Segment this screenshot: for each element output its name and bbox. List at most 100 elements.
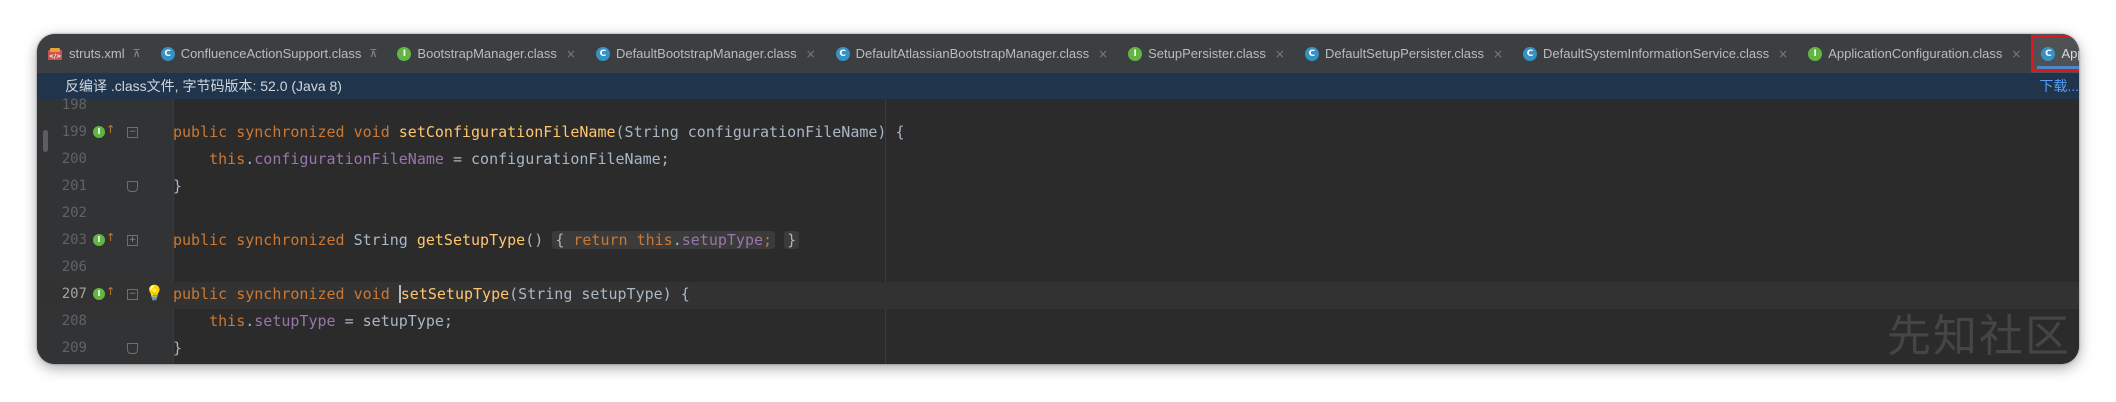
close-icon[interactable]: × [806, 47, 816, 61]
code-token: = configurationFileName; [443, 150, 670, 168]
code-line: 198 [37, 93, 2079, 120]
tab-label: struts.xml [69, 46, 125, 61]
arrow-up-icon: ↑ [106, 285, 116, 298]
interface-icon: I [1128, 46, 1143, 61]
tab-label: DefaultSystemInformationService.class [1543, 46, 1770, 61]
close-icon[interactable]: × [1778, 47, 1788, 61]
fold-icon[interactable]: − [127, 289, 138, 300]
fold-icon[interactable]: + [127, 235, 138, 246]
pin-icon[interactable]: ⊼ [369, 47, 377, 60]
code-line: 206 [37, 255, 2079, 282]
code-line: 202 [37, 201, 2079, 228]
code-text: this.setupType = setupType; [173, 312, 453, 330]
code-token: . [245, 150, 255, 168]
implements-method-icon[interactable]: I [93, 288, 105, 300]
class-icon: C [2041, 46, 2056, 61]
implements-method-icon[interactable]: I [93, 126, 105, 138]
code-line: 208 this.setupType = setupType; [37, 309, 2079, 336]
tab-label: ApplicationConfiguration.class [1828, 46, 2003, 61]
close-icon[interactable]: × [2011, 47, 2021, 61]
tab-struts-xml[interactable]: </> struts.xml ⊼ [37, 34, 151, 73]
field-name: configurationFileName [254, 150, 444, 168]
line-number: 199 [61, 124, 87, 140]
method-name: setConfigurationFileName [398, 123, 616, 141]
close-icon[interactable]: × [1493, 47, 1503, 61]
code-text: } [173, 177, 183, 195]
keyword: this [636, 231, 673, 249]
line-number: 201 [61, 178, 87, 194]
line-number: 202 [61, 205, 87, 221]
line-number: 200 [61, 151, 87, 167]
keyword: synchronized [236, 123, 345, 141]
fold-end-icon[interactable] [127, 343, 138, 354]
interface-icon: I [1808, 46, 1823, 61]
tab-bootstrap-manager[interactable]: I BootstrapManager.class × [387, 34, 586, 73]
class-icon: C [835, 46, 850, 61]
tab-default-setup-persister[interactable]: C DefaultSetupPersister.class × [1295, 34, 1513, 73]
tab-label: ApplicationConfig.class [2061, 46, 2079, 61]
code-text: public synchronized void setSetupType(St… [173, 285, 690, 303]
class-icon: C [595, 46, 610, 61]
tab-default-system-information-service[interactable]: C DefaultSystemInformationService.class … [1513, 34, 1798, 73]
code-line: 209 } [37, 336, 2079, 363]
editor-tab-bar: </> struts.xml ⊼ C ConfluenceActionSuppo… [37, 34, 2079, 74]
method-name: getSetupType [416, 231, 526, 249]
code-token: { [555, 231, 565, 249]
code-line: 200 this.configurationFileName = configu… [37, 147, 2079, 174]
close-icon[interactable]: × [1275, 47, 1285, 61]
close-icon[interactable]: × [1098, 47, 1108, 61]
line-number: 207 [61, 286, 87, 302]
method-name: setSetupType [398, 285, 510, 303]
tab-label: SetupPersister.class [1148, 46, 1266, 61]
tab-default-atlassian-bootstrap-manager[interactable]: C DefaultAtlassianBootstrapManager.class… [826, 34, 1118, 73]
field-name: setupType [681, 231, 764, 249]
lightbulb-icon[interactable]: 💡 [145, 284, 164, 302]
code-token: ; [763, 231, 773, 249]
tab-default-bootstrap-manager[interactable]: C DefaultBootstrapManager.class × [586, 34, 826, 73]
code-token: . [672, 231, 682, 249]
tab-confluence-action-support[interactable]: C ConfluenceActionSupport.class ⊼ [151, 34, 388, 73]
fold-end-icon[interactable] [127, 181, 138, 192]
code-editor[interactable]: 198 199 I ↑ − public synchronized void s… [37, 97, 2079, 364]
keyword: this [209, 312, 246, 330]
svg-text:</>: </> [49, 53, 61, 60]
close-icon[interactable]: × [566, 47, 576, 61]
implements-method-icon[interactable]: I [93, 234, 105, 246]
tab-application-configuration[interactable]: I ApplicationConfiguration.class × [1798, 34, 2031, 73]
folded-body[interactable]: { return this.setupType; [552, 231, 776, 249]
watermark: 先知社区 [1887, 311, 2071, 362]
arrow-up-icon: ↑ [106, 231, 116, 244]
code-token: = setupType; [335, 312, 453, 330]
line-number: 209 [61, 340, 87, 356]
code-line-current: 207 I ↑ − 💡 public synchronized void set… [37, 282, 2079, 309]
code-text: public synchronized String getSetupType(… [173, 231, 800, 249]
keyword: this [209, 150, 246, 168]
keyword: void [353, 285, 390, 303]
keyword: public [173, 285, 228, 303]
code-text: } [173, 339, 183, 357]
keyword: synchronized [236, 231, 345, 249]
tab-label: DefaultAtlassianBootstrapManager.class [855, 46, 1090, 61]
line-number: 203 [61, 232, 87, 248]
folded-body-end[interactable]: } [784, 231, 800, 249]
xml-file-icon: </> [47, 47, 63, 61]
tab-label: DefaultBootstrapManager.class [615, 46, 797, 61]
keyword: public [173, 231, 228, 249]
tab-application-config-active[interactable]: C ApplicationConfig.class × [2031, 34, 2079, 73]
code-text: this.configurationFileName = configurati… [173, 150, 670, 168]
keyword: void [353, 123, 390, 141]
code-token: (String configurationFileName) { [615, 123, 905, 141]
line-number: 198 [61, 97, 87, 113]
fold-icon[interactable]: − [127, 127, 138, 138]
tab-setup-persister[interactable]: I SetupPersister.class × [1118, 34, 1295, 73]
code-line: 199 I ↑ − public synchronized void setCo… [37, 120, 2079, 147]
keyword: public [173, 123, 228, 141]
tab-label: DefaultSetupPersister.class [1324, 46, 1484, 61]
pin-icon[interactable]: ⊼ [133, 47, 141, 60]
code-token: String [353, 231, 408, 249]
keyword: synchronized [236, 285, 345, 303]
code-text: public synchronized void setConfiguratio… [173, 123, 905, 141]
arrow-up-icon: ↑ [106, 123, 116, 136]
ide-window: </> struts.xml ⊼ C ConfluenceActionSuppo… [37, 34, 2079, 364]
code-token: () [525, 231, 553, 249]
